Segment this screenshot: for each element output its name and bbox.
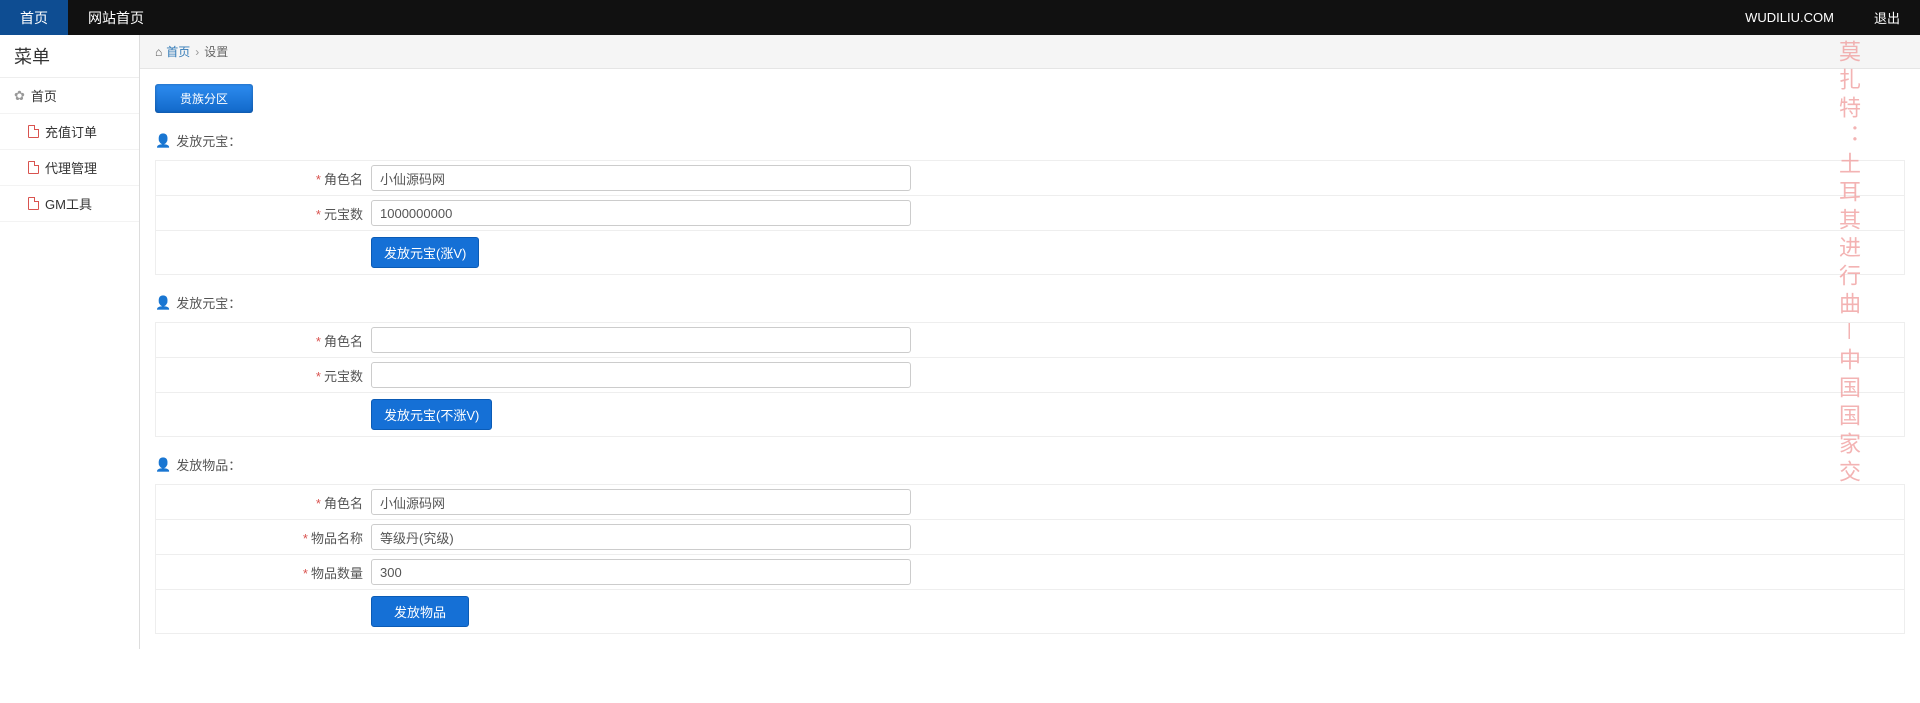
top-navbar: 首页 网站首页 WUDILIU.COM 退出 <box>0 0 1920 35</box>
s2-role-input[interactable] <box>371 327 911 353</box>
user-icon: 👤 <box>155 457 171 473</box>
section1-header: 👤 发放元宝： <box>155 131 1905 150</box>
s1-submit-button[interactable]: 发放元宝(涨V) <box>371 237 479 268</box>
s3-item-input[interactable] <box>371 524 911 550</box>
s3-qty-label: 物品数量 <box>311 566 363 581</box>
nav-home[interactable]: 首页 <box>0 0 68 35</box>
s1-amount-input[interactable] <box>371 200 911 226</box>
nav-site-home[interactable]: 网站首页 <box>68 0 164 35</box>
sidebar-item-label: 代理管理 <box>45 158 97 177</box>
s1-role-input[interactable] <box>371 165 911 191</box>
sidebar-home[interactable]: ✿ 首页 <box>0 78 139 114</box>
section1-title: 发放元宝： <box>176 131 241 150</box>
section2-header: 👤 发放元宝： <box>155 293 1905 312</box>
sidebar-item-gmtools[interactable]: GM工具 <box>0 186 139 222</box>
gear-icon: ✿ <box>14 88 25 104</box>
file-icon <box>28 197 39 210</box>
user-icon: 👤 <box>155 295 171 311</box>
breadcrumb-home[interactable]: 首页 <box>166 43 190 60</box>
main-panel: ⌂ 首页 › 设置 贵族分区 👤 发放元宝： *角色名 *元宝数 发放元宝(涨V <box>140 35 1920 649</box>
sidebar-title: 菜单 <box>0 35 139 78</box>
section2-title: 发放元宝： <box>176 293 241 312</box>
s1-role-label: 角色名 <box>324 172 363 187</box>
sidebar-item-agent[interactable]: 代理管理 <box>0 150 139 186</box>
sidebar-home-label: 首页 <box>31 86 57 105</box>
s2-role-label: 角色名 <box>324 334 363 349</box>
s2-amount-label: 元宝数 <box>324 369 363 384</box>
s3-qty-input[interactable] <box>371 559 911 585</box>
nav-brand[interactable]: WUDILIU.COM <box>1725 0 1854 35</box>
s3-item-label: 物品名称 <box>311 531 363 546</box>
home-icon: ⌂ <box>155 45 162 59</box>
s3-role-label: 角色名 <box>324 496 363 511</box>
zone-button[interactable]: 贵族分区 <box>155 84 253 113</box>
sidebar-item-label: 充值订单 <box>45 122 97 141</box>
user-icon: 👤 <box>155 133 171 149</box>
section3-title: 发放物品： <box>176 455 241 474</box>
s3-submit-button[interactable]: 发放物品 <box>371 596 469 627</box>
breadcrumb-separator: › <box>195 45 199 59</box>
breadcrumb-current: 设置 <box>204 43 228 60</box>
sidebar-item-recharge[interactable]: 充值订单 <box>0 114 139 150</box>
sidebar: 菜单 ✿ 首页 充值订单 代理管理 GM工具 <box>0 35 140 649</box>
breadcrumb: ⌂ 首页 › 设置 <box>140 35 1920 69</box>
s1-amount-label: 元宝数 <box>324 207 363 222</box>
sidebar-item-label: GM工具 <box>45 194 92 213</box>
s3-role-input[interactable] <box>371 489 911 515</box>
s2-submit-button[interactable]: 发放元宝(不涨V) <box>371 399 492 430</box>
file-icon <box>28 161 39 174</box>
s2-amount-input[interactable] <box>371 362 911 388</box>
file-icon <box>28 125 39 138</box>
nav-logout[interactable]: 退出 <box>1854 0 1920 35</box>
section3-header: 👤 发放物品： <box>155 455 1905 474</box>
